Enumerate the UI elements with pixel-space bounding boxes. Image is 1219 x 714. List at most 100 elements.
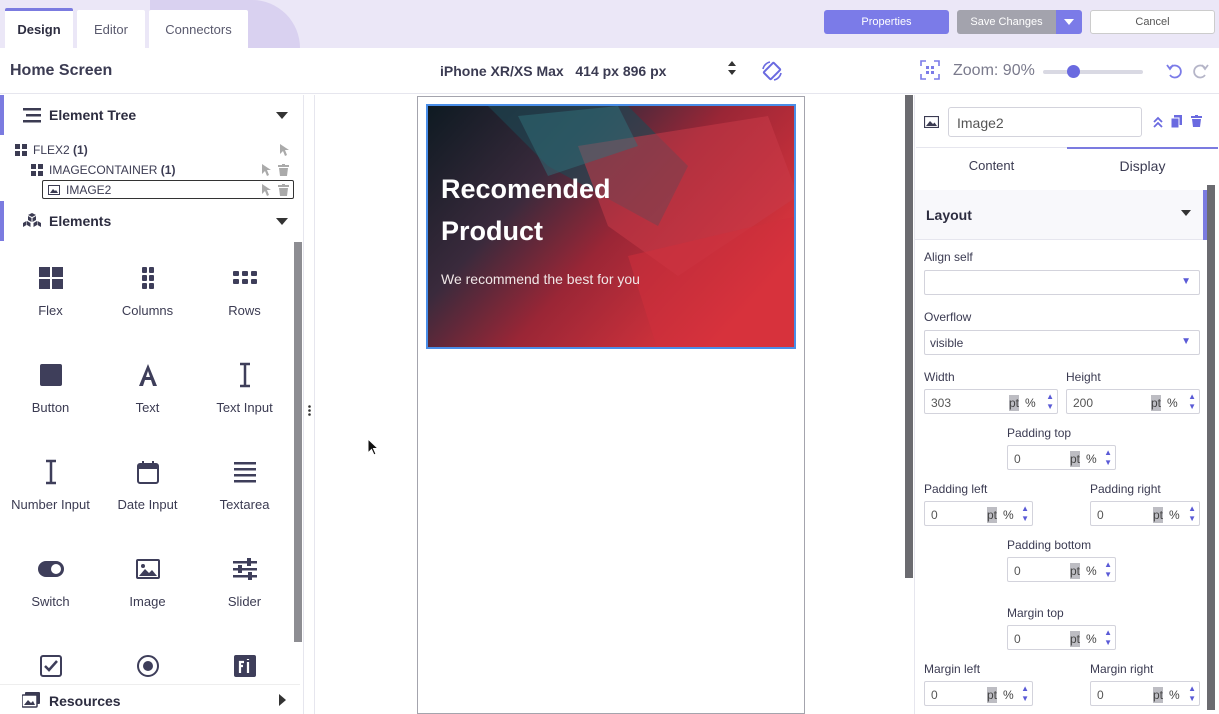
unit-pt-toggle[interactable]: pt <box>1153 687 1164 703</box>
stepper-arrows-icon[interactable]: ▲ ▼ <box>1188 684 1196 704</box>
resources-title: Resources <box>49 693 121 709</box>
element-textarea[interactable]: Textarea <box>196 459 293 539</box>
overflow-select[interactable]: visible ▼ <box>924 330 1200 355</box>
align-self-select[interactable]: ▼ <box>924 270 1200 295</box>
stepper-arrows-icon[interactable]: ▲ ▼ <box>1021 504 1029 524</box>
rotate-device-icon[interactable] <box>760 59 784 83</box>
stepper-arrows-icon[interactable]: ▲ ▼ <box>1046 392 1054 412</box>
stepper-arrows-icon[interactable]: ▲ ▼ <box>1104 628 1112 648</box>
tree-node-flex2[interactable]: FLEX2 (1) <box>15 141 88 159</box>
unit-percent-toggle[interactable]: % <box>1169 508 1180 522</box>
properties-button[interactable]: Properties <box>824 10 949 34</box>
collapse-caret-icon[interactable] <box>276 108 288 122</box>
collapse-caret-icon[interactable] <box>276 214 288 228</box>
unit-percent-toggle[interactable]: % <box>1169 688 1180 702</box>
select-pointer-icon[interactable] <box>262 184 271 196</box>
undo-icon[interactable] <box>1165 61 1185 81</box>
unit-percent-toggle[interactable]: % <box>1086 632 1097 646</box>
stepper-arrows-icon[interactable]: ▲ ▼ <box>1188 392 1196 412</box>
padding-left-field[interactable]: 0 pt % ▲ ▼ <box>924 501 1033 526</box>
padding-bottom-value: 0 <box>1014 564 1021 578</box>
stepper-arrows-icon[interactable]: ▲ ▼ <box>1104 560 1112 580</box>
canvas-scrollbar[interactable] <box>905 95 913 578</box>
cancel-button[interactable]: Cancel <box>1090 10 1215 34</box>
padding-top-field[interactable]: 0 pt % ▲ ▼ <box>1007 445 1116 470</box>
overflow-value: visible <box>930 336 964 350</box>
redo-icon[interactable] <box>1190 61 1210 81</box>
fit-screen-icon[interactable] <box>920 60 940 80</box>
expand-caret-icon[interactable] <box>279 694 286 706</box>
hero-subtitle: We recommend the best for you <box>441 271 640 287</box>
trash-icon[interactable] <box>1191 115 1202 127</box>
element-button[interactable]: Button <box>2 362 99 442</box>
unit-pt-toggle[interactable]: pt <box>1009 395 1020 411</box>
element-rows[interactable]: Rows <box>196 265 293 345</box>
move-up-icon[interactable] <box>1153 116 1163 128</box>
image-container[interactable]: Recomended Product We recommend the best… <box>426 104 796 349</box>
device-select[interactable]: iPhone XR/XS Max 414 px 896 px <box>440 63 666 79</box>
tab-content[interactable]: Content <box>916 147 1067 183</box>
unit-pt-toggle[interactable]: pt <box>1070 631 1081 647</box>
tree-node-imagecontainer[interactable]: IMAGECONTAINER (1) <box>31 161 175 179</box>
element-slider[interactable]: Slider <box>196 556 293 636</box>
stepper-arrows-icon[interactable]: ▲ ▼ <box>1104 448 1112 468</box>
unit-percent-toggle[interactable]: % <box>1086 564 1097 578</box>
element-tree-header[interactable]: Element Tree <box>0 95 300 135</box>
save-options-button[interactable] <box>1056 10 1082 34</box>
margin-right-field[interactable]: 0 pt % ▲ ▼ <box>1090 681 1200 706</box>
unit-pt-toggle[interactable]: pt <box>1153 507 1164 523</box>
unit-pt-toggle[interactable]: pt <box>1070 563 1081 579</box>
unit-percent-toggle[interactable]: % <box>1003 508 1014 522</box>
margin-top-field[interactable]: 0 pt % ▲ ▼ <box>1007 625 1116 650</box>
element-flex[interactable]: Flex <box>2 265 99 345</box>
element-date-input[interactable]: Date Input <box>99 459 196 539</box>
left-panel-scrollbar[interactable] <box>294 242 302 642</box>
drag-handle-icon[interactable] <box>308 405 311 416</box>
unit-pt-toggle[interactable]: pt <box>987 507 998 523</box>
tab-display[interactable]: Display <box>1067 147 1218 183</box>
collapse-caret-icon[interactable] <box>1181 207 1191 219</box>
width-field[interactable]: 303 pt % ▲ ▼ <box>924 389 1058 414</box>
margin-left-field[interactable]: 0 pt % ▲ ▼ <box>924 681 1033 706</box>
stepper-arrows-icon[interactable]: ▲ ▼ <box>1021 684 1029 704</box>
stepper-arrows-icon[interactable]: ▲ ▼ <box>1188 504 1196 524</box>
copy-icon[interactable] <box>1171 115 1182 128</box>
zoom-slider[interactable] <box>1043 70 1143 74</box>
select-pointer-icon[interactable] <box>280 144 289 156</box>
unit-pt-toggle[interactable]: pt <box>987 687 998 703</box>
tab-editor[interactable]: Editor <box>77 10 145 48</box>
unit-percent-toggle[interactable]: % <box>1003 688 1014 702</box>
select-pointer-icon[interactable] <box>262 164 271 176</box>
padding-top-label: Padding top <box>1007 426 1072 440</box>
properties-scrollbar[interactable] <box>1207 185 1215 710</box>
unit-percent-toggle[interactable]: % <box>1025 396 1036 410</box>
margin-top-label: Margin top <box>1007 606 1064 620</box>
element-text-input[interactable]: Text Input <box>196 362 293 442</box>
element-columns[interactable]: Columns <box>99 265 196 345</box>
zoom-slider-handle[interactable] <box>1066 65 1080 78</box>
device-select-arrow-icon[interactable] <box>728 61 736 78</box>
element-number-input[interactable]: Number Input <box>2 459 99 539</box>
tree-node-image2[interactable]: IMAGE2 <box>48 181 111 199</box>
element-name-field[interactable]: Image2 <box>948 107 1142 137</box>
tab-connectors[interactable]: Connectors <box>149 10 248 48</box>
tab-design[interactable]: Design <box>5 8 73 48</box>
element-text[interactable]: Text <box>99 362 196 442</box>
height-field[interactable]: 200 pt % ▲ ▼ <box>1066 389 1200 414</box>
save-changes-button[interactable]: Save Changes <box>957 10 1056 34</box>
layout-section-header[interactable]: Layout <box>915 190 1207 240</box>
padding-bottom-field[interactable]: 0 pt % ▲ ▼ <box>1007 557 1116 582</box>
trash-icon[interactable] <box>278 184 289 196</box>
unit-percent-toggle[interactable]: % <box>1167 396 1178 410</box>
element-label: Date Input <box>117 497 178 512</box>
padding-right-field[interactable]: 0 pt % ▲ ▼ <box>1090 501 1200 526</box>
panel-splitter[interactable] <box>303 95 315 714</box>
elements-header[interactable]: Elements <box>0 201 300 241</box>
unit-percent-toggle[interactable]: % <box>1086 452 1097 466</box>
unit-pt-toggle[interactable]: pt <box>1070 451 1081 467</box>
element-switch[interactable]: Switch <box>2 556 99 636</box>
resources-header[interactable]: Resources <box>0 684 300 714</box>
element-image[interactable]: Image <box>99 556 196 636</box>
unit-pt-toggle[interactable]: pt <box>1151 395 1162 411</box>
trash-icon[interactable] <box>278 164 289 176</box>
